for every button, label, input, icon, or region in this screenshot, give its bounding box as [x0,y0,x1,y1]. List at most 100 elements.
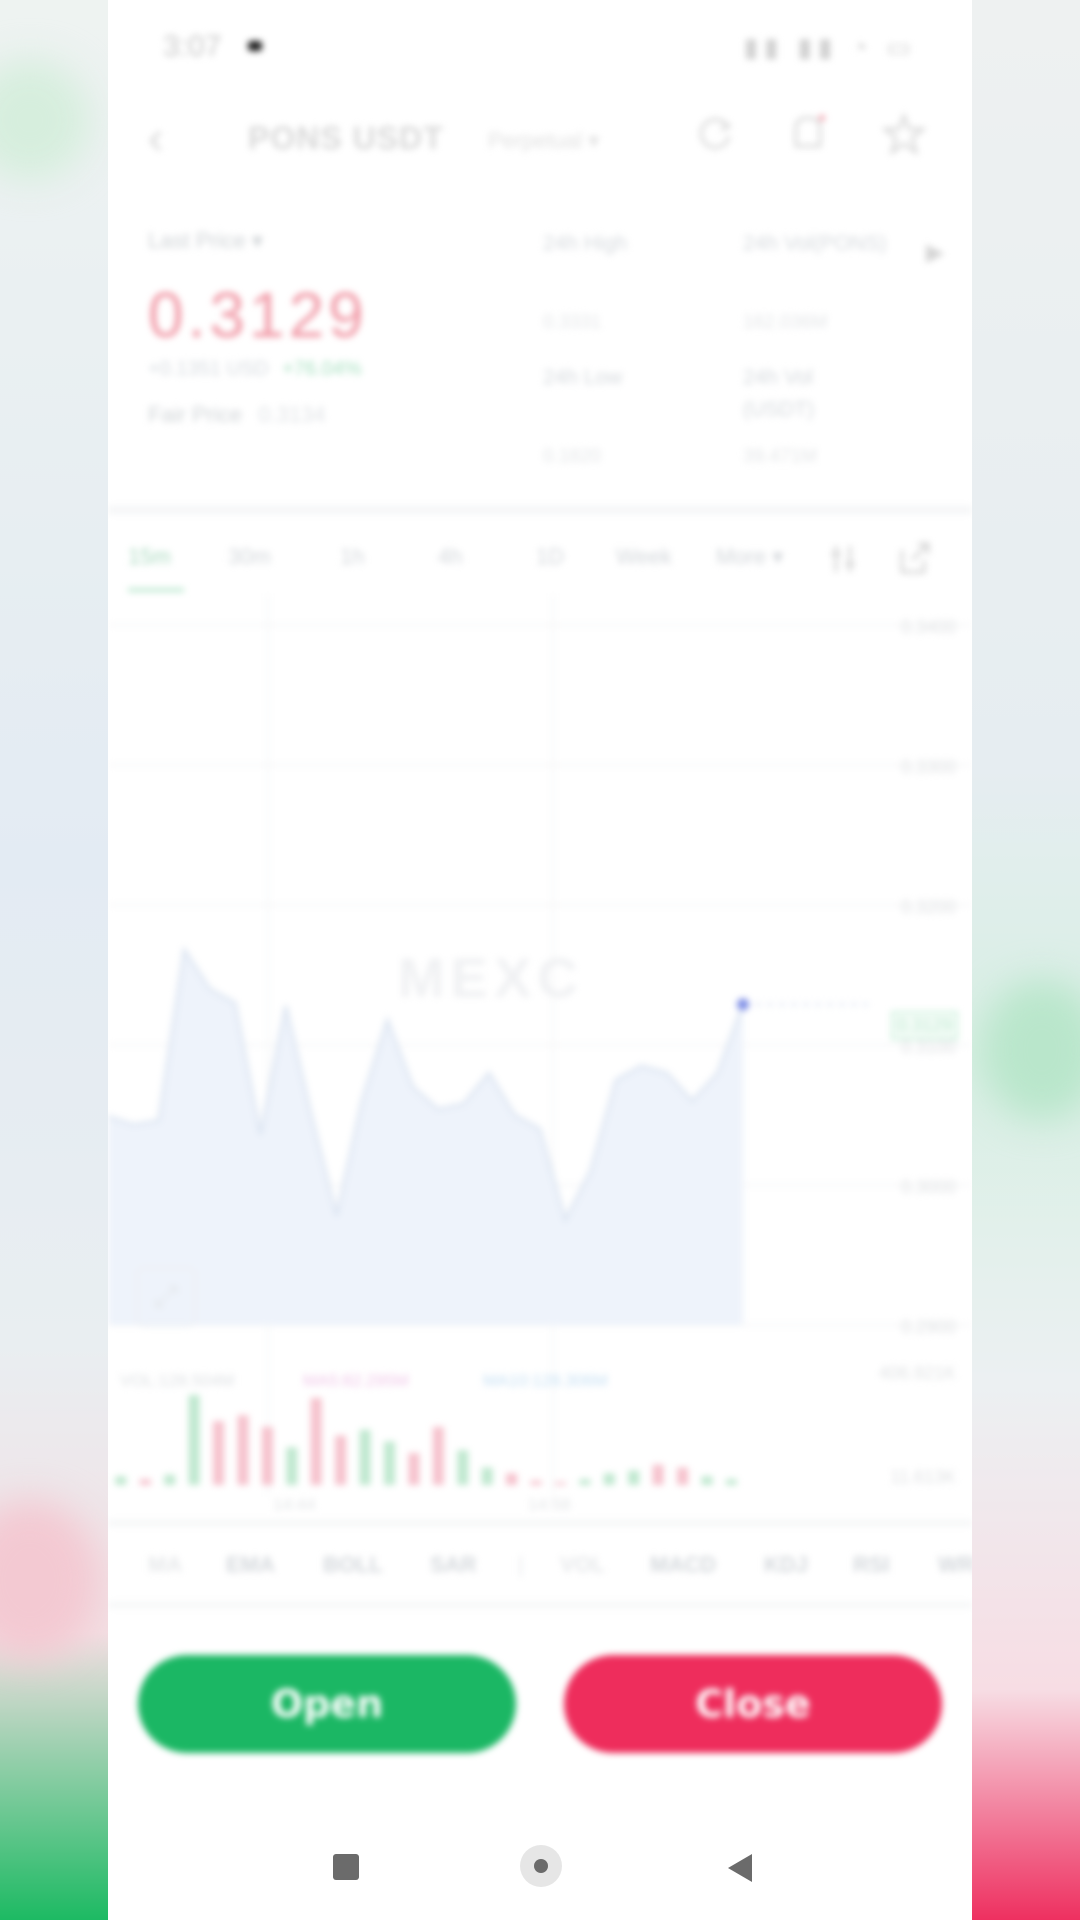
tab-week[interactable]: Week [616,544,672,570]
volume-bar [164,1474,176,1485]
timeframe-tabs: 15m 30m 1h 4h 1D Week More ▾ [108,530,972,590]
fair-price: Fair Price 0.3134 [148,402,326,428]
volume-bar [188,1395,200,1485]
fair-price-value: 0.3134 [258,402,326,427]
back-button[interactable] [728,1854,752,1882]
vol-usdt-label: 24h Vol (USDT) [743,366,815,421]
volume-bar [261,1426,273,1485]
divider [108,506,972,514]
y-tick-3: 0.3100 [900,1037,956,1057]
low-label: 24h Low [543,366,623,389]
x-tick-1: 14:58 [528,1495,571,1514]
ind-wr[interactable]: WR [938,1552,972,1578]
expand-icon[interactable]: ⤢ [136,1267,196,1327]
ind-kdj[interactable]: KDJ [764,1552,808,1578]
last-price-dot [737,998,749,1011]
status-icons: ▮▮ ▮▮ ◔ ▭ [743,32,917,62]
vol-value: 162.036M [743,312,828,333]
last-price: 0.3129 [148,279,368,351]
ind-boll[interactable]: BOLL [323,1552,383,1578]
vol-indicator-label: VOL:128.504M [120,1371,235,1390]
tab-more[interactable]: More ▾ [716,544,783,570]
last-price-dropdown[interactable]: Last Price ▾ [148,228,263,254]
last-price-tag: 0.3129 [890,1011,958,1040]
divider [108,1520,972,1526]
ma5-indicator-label: MA5:82.295M [303,1371,409,1390]
volume-bar [213,1421,224,1485]
volume-bar [481,1467,493,1485]
price-change-percent: +76.04% [282,358,362,380]
system-nav-bar [108,1800,972,1920]
volume-bar [603,1473,615,1485]
volume-bar [701,1476,713,1485]
ind-ema[interactable]: EMA [226,1552,275,1578]
background-right [972,0,1080,1920]
vol-label: 24h Vol(PONS) [743,232,887,255]
volume-bar [310,1397,322,1485]
tab-15m[interactable]: 15m [128,544,171,570]
home-button[interactable] [520,1845,562,1887]
y-tick-1: 0.3300 [900,757,956,777]
indicator-settings-icon[interactable] [828,542,858,576]
y-tick-4: 0.3000 [900,1177,956,1197]
open-button[interactable]: Open [138,1655,516,1753]
divider [108,1602,972,1608]
ind-vol[interactable]: VOL [560,1552,605,1578]
chevron-right-icon[interactable]: ▶ [926,238,944,267]
ind-sar[interactable]: SAR [430,1552,476,1578]
chevron-left-icon[interactable]: ‹ [148,110,163,164]
volume-bar [335,1435,347,1485]
close-button[interactable]: Close [564,1655,942,1753]
volume-bar [457,1450,469,1485]
volume-bar [359,1429,371,1485]
tab-1d[interactable]: 1D [536,544,564,570]
volume-bar [139,1479,151,1485]
status-time: 3:07 [163,30,222,63]
volume-bar [432,1426,444,1485]
y-tick-2: 0.3200 [900,897,956,917]
vol-axis-bottom: 11.613K [890,1467,956,1487]
y-tick-0: 0.3400 [900,617,956,637]
fair-price-label: Fair Price [148,402,243,427]
volume-bar [628,1470,640,1485]
volume-bar [530,1480,542,1485]
volume-bar [554,1482,566,1485]
refresh-icon[interactable] [693,112,737,156]
low-value: 0.1820 [543,446,602,467]
background-left [0,0,108,1920]
high-label: 24h High [543,232,628,255]
volume-bar [506,1473,518,1485]
app-screen: 3:07 ▮▮ ▮▮ ◔ ▭ ‹ PONS USDT Perpetual ▾ L… [108,0,972,1920]
notification-icon [248,41,262,51]
price-change-amount: +0.1351 USD [148,358,269,380]
volume-bar [384,1441,395,1485]
contract-type[interactable]: Perpetual ▾ [488,128,599,154]
high-value: 0.3331 [543,312,602,333]
ma10-indicator-label: MA10:128.306M [483,1371,608,1390]
volume-bar [237,1415,249,1485]
header: ‹ PONS USDT Perpetual ▾ [108,100,972,190]
tab-30m[interactable]: 30m [228,544,271,570]
x-tick-0: 14:44 [273,1495,316,1514]
volume-bar [286,1447,298,1485]
tab-1h[interactable]: 1h [340,544,364,570]
ind-macd[interactable]: MACD [650,1552,716,1578]
volume-bar [115,1476,127,1485]
star-icon[interactable] [882,112,926,156]
volume-bar [677,1467,689,1485]
mexc-watermark: MEXC [398,946,584,1009]
status-bar: 3:07 ▮▮ ▮▮ ◔ ▭ [108,0,972,90]
share-icon[interactable] [898,540,932,576]
volume-bar [725,1479,737,1485]
volume-bar [408,1453,420,1485]
volume-bar [652,1464,664,1485]
pair-title[interactable]: PONS USDT [248,120,444,157]
tab-4h[interactable]: 4h [438,544,462,570]
bell-icon[interactable] [786,112,830,156]
volume-bar [579,1479,591,1485]
ind-rsi[interactable]: RSI [853,1552,890,1578]
vol-axis-top: 406.921K [878,1363,956,1383]
recents-button[interactable] [333,1854,359,1880]
price-chart[interactable]: MEXC 0.3400 0.3300 0.3200 0.3100 0.3000 … [108,595,972,1515]
ind-ma[interactable]: MA [148,1552,182,1578]
